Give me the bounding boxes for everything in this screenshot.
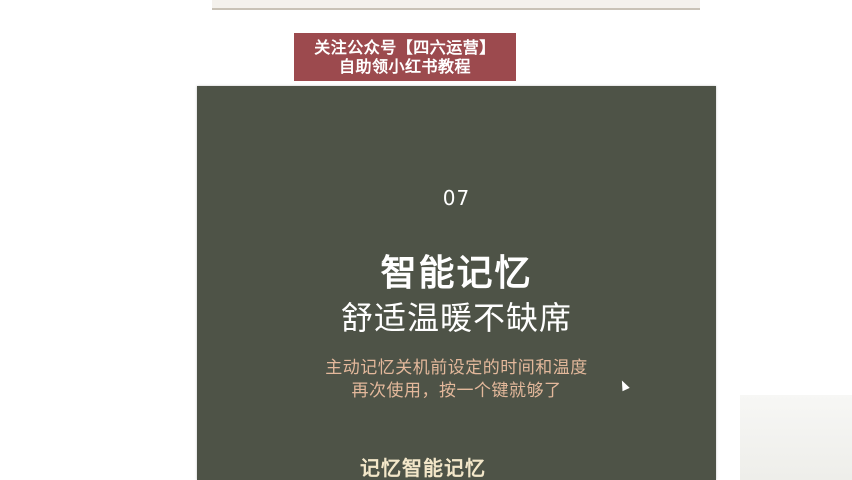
slide-card: 07 智能记忆 舒适温暖不缺席 主动记忆关机前设定的时间和温度 再次使用，按一个… (197, 86, 716, 480)
slide-subtitle: 舒适温暖不缺席 (340, 299, 572, 337)
slide-number: 07 (442, 186, 471, 210)
promo-banner-line1: 关注公众号【四六运营】 (314, 38, 496, 57)
slide-bottom-label: 记忆智能记忆 (360, 456, 486, 480)
previous-slide-edge (212, 0, 700, 10)
screen: 关注公众号【四六运营】 自助领小红书教程 07 智能记忆 舒适温暖不缺席 主动记… (0, 0, 852, 480)
slide-description-line2: 再次使用，按一个键就够了 (351, 381, 562, 401)
slide-title: 智能记忆 (380, 253, 533, 294)
promo-banner: 关注公众号【四六运营】 自助领小红书教程 (294, 33, 516, 81)
promo-banner-line2: 自助领小红书教程 (338, 57, 471, 76)
slide-description-line1: 主动记忆关机前设定的时间和温度 (325, 358, 588, 378)
background-edge (740, 395, 852, 480)
